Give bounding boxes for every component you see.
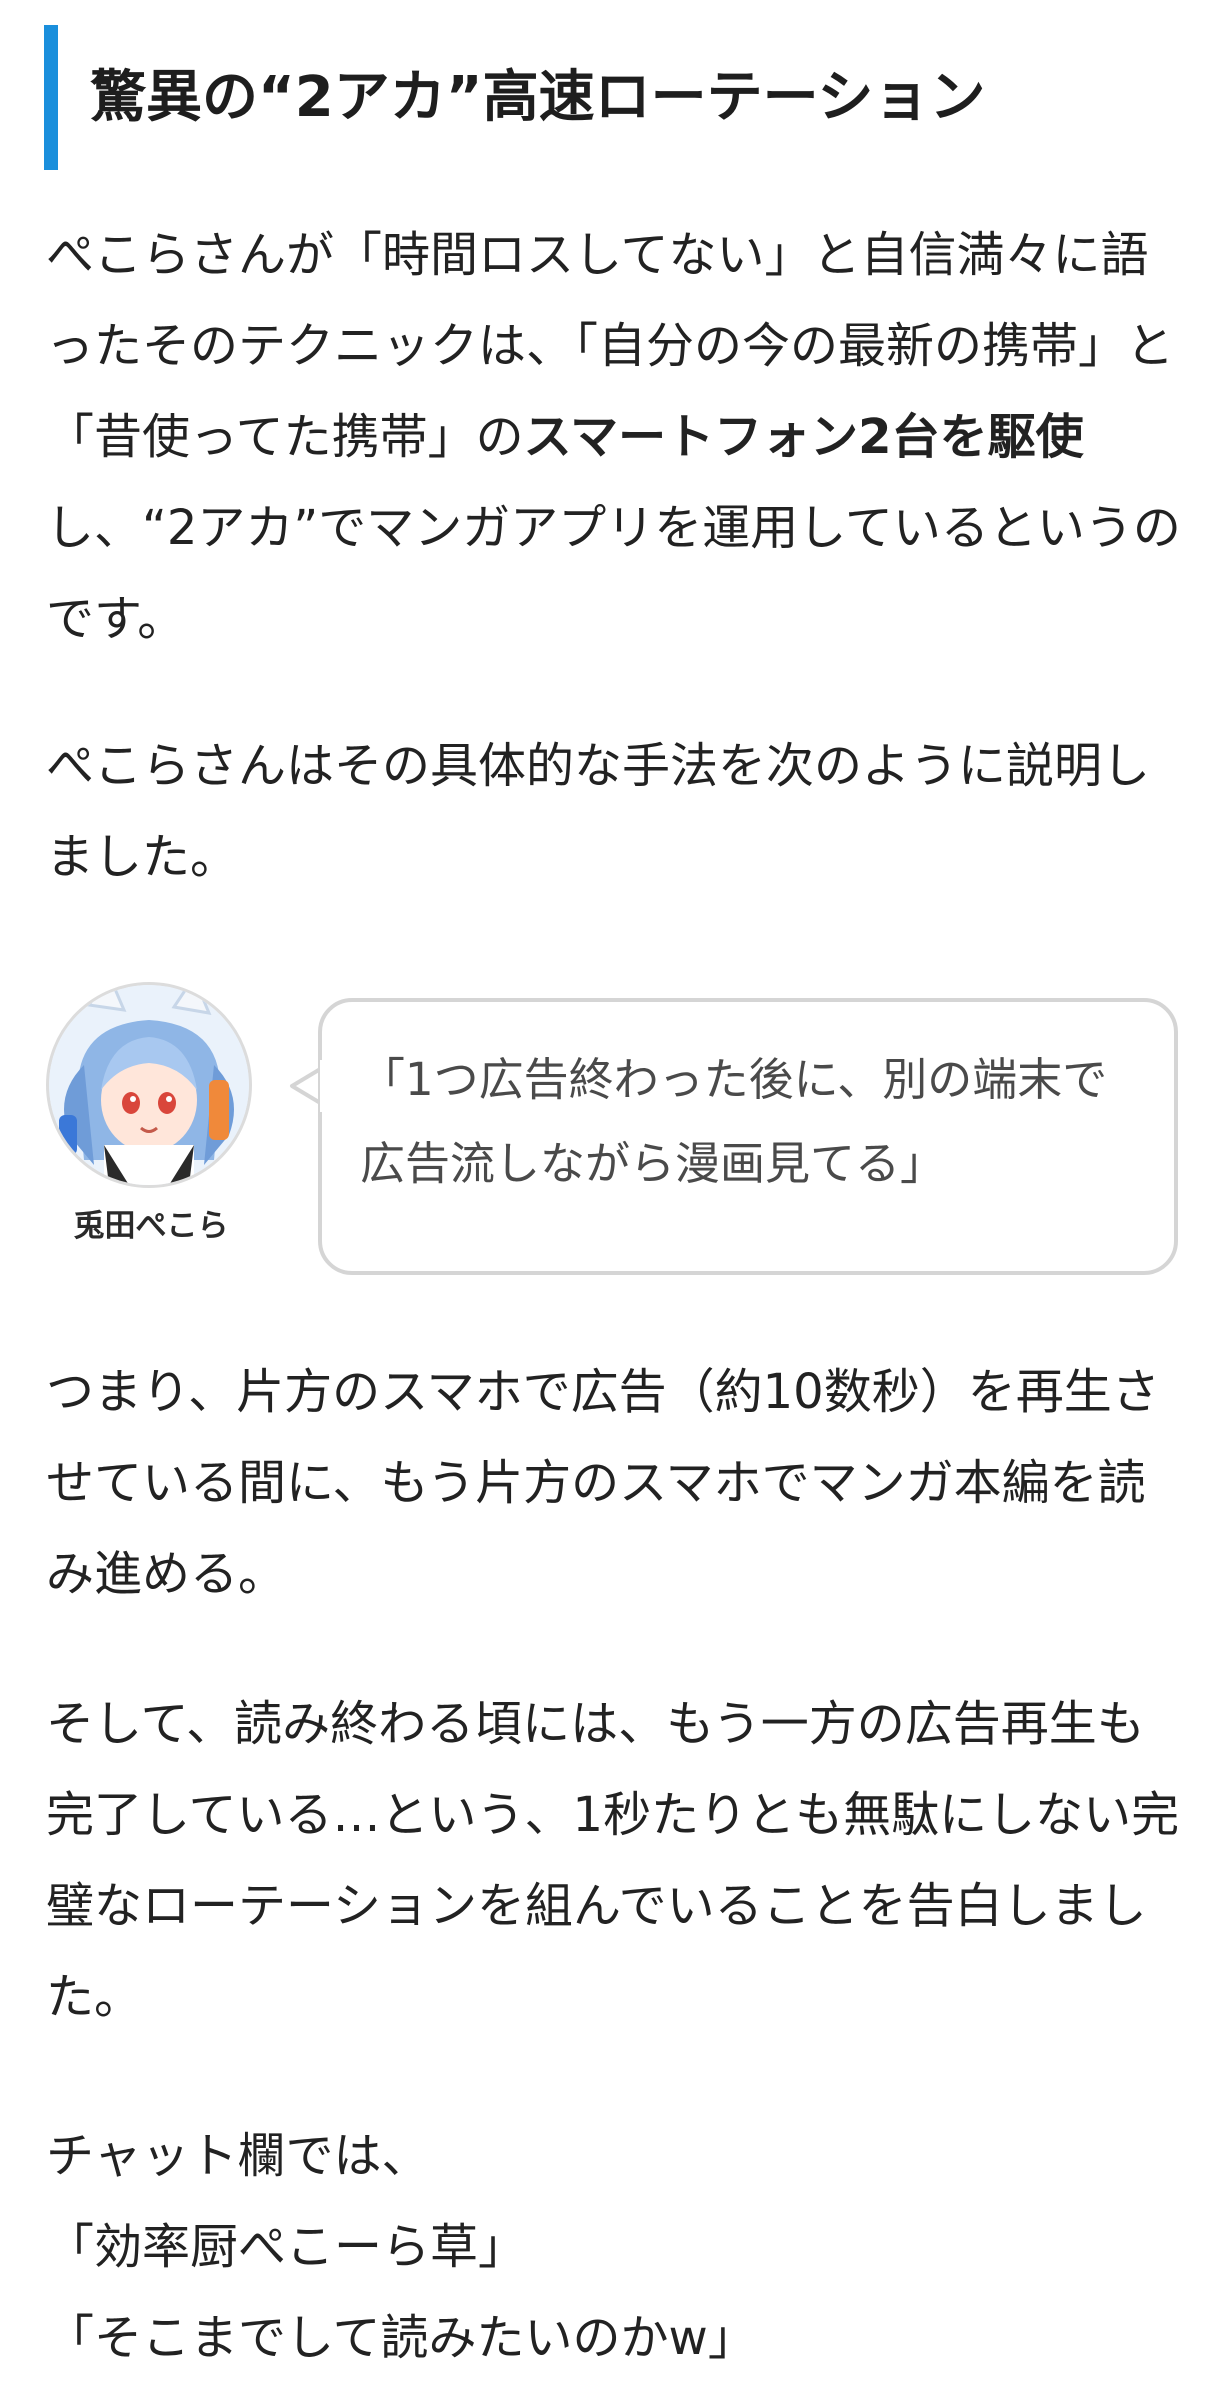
paragraph-chat: チャット欄では、 「効率厨ぺこーら草」 「そこまでして読みたいのかw」 bbox=[46, 2111, 1186, 2384]
text-line: ました。 bbox=[46, 829, 239, 885]
text-line: 「昔使ってた携帯」のスマートフォン2台を駆使 bbox=[46, 392, 1186, 483]
speech-bubble: 「1つ広告終わった後に、別の端末で 広告流しながら漫画見てる」 bbox=[318, 998, 1178, 1275]
speaker: 兎田ぺこら bbox=[46, 982, 256, 1245]
paragraph-intro: ぺこらさんが「時間ロスしてない」と自信満々に語 ったそのテクニックは、「自分の今… bbox=[46, 210, 1186, 665]
speaker-name: 兎田ぺこら bbox=[73, 1208, 229, 1244]
text-line: そして、読み終わる頃には、もう一方の広告再生も bbox=[46, 1696, 1145, 1752]
text-line: です。 bbox=[46, 591, 186, 647]
text-line: つまり、片方のスマホで広告（約10数秒）を再生さ bbox=[46, 1364, 1160, 1420]
text-bold: スマートフォン2台を駆使 bbox=[523, 409, 1084, 465]
text-line: ぺこらさんはその具体的な手法を次のように説明し bbox=[46, 738, 1151, 794]
quote-text: 「1つ広告終わった後に、別の端末で 広告流しながら漫画見てる」 bbox=[360, 1038, 1107, 1206]
text-plain: 「昔使ってた携帯」の bbox=[46, 409, 524, 465]
text-line: チャット欄では、 bbox=[46, 2128, 430, 2184]
section-heading: 驚異の“2アカ”高速ローテーション bbox=[44, 25, 1184, 170]
text-line: ぺこらさんが「時間ロスしてない」と自信満々に語 bbox=[46, 227, 1149, 283]
paragraph-rotation: そして、読み終わる頃には、もう一方の広告再生も 完了している…という、1秒たりと… bbox=[46, 1679, 1186, 2043]
text-line: 完了している…という、1秒たりとも無駄にしない完 bbox=[46, 1787, 1180, 1843]
character-avatar-icon bbox=[46, 982, 252, 1188]
bubble-tail-mask bbox=[320, 1060, 328, 1112]
heading-title: 驚異の“2アカ”高速ローテーション bbox=[90, 64, 986, 130]
text-line: し、“2アカ”でマンガアプリを運用しているというの bbox=[46, 500, 1181, 556]
text-line: 「そこまでして読みたいのかw」 bbox=[46, 2310, 756, 2366]
quote-line: 広告流しながら漫画見てる」 bbox=[360, 1137, 946, 1190]
text-line: せている間に、もう片方のスマホでマンガ本編を読 bbox=[46, 1455, 1146, 1511]
text-line: ったそのテクニックは、「自分の今の最新の携帯」と bbox=[46, 318, 1175, 374]
quote-line: 「1つ広告終わった後に、別の端末で bbox=[360, 1053, 1108, 1106]
text-line: 璧なローテーションを組んでいることを告白しまし bbox=[46, 1878, 1147, 1934]
paragraph-method: つまり、片方のスマホで広告（約10数秒）を再生さ せている間に、もう片方のスマホ… bbox=[46, 1347, 1186, 1620]
text-line: 「効率厨ぺこーら草」 bbox=[46, 2219, 527, 2275]
text-line: た。 bbox=[46, 1969, 143, 2025]
paragraph-explain: ぺこらさんはその具体的な手法を次のように説明し ました。 bbox=[46, 721, 1186, 903]
text-line: み進める。 bbox=[46, 1546, 287, 1602]
